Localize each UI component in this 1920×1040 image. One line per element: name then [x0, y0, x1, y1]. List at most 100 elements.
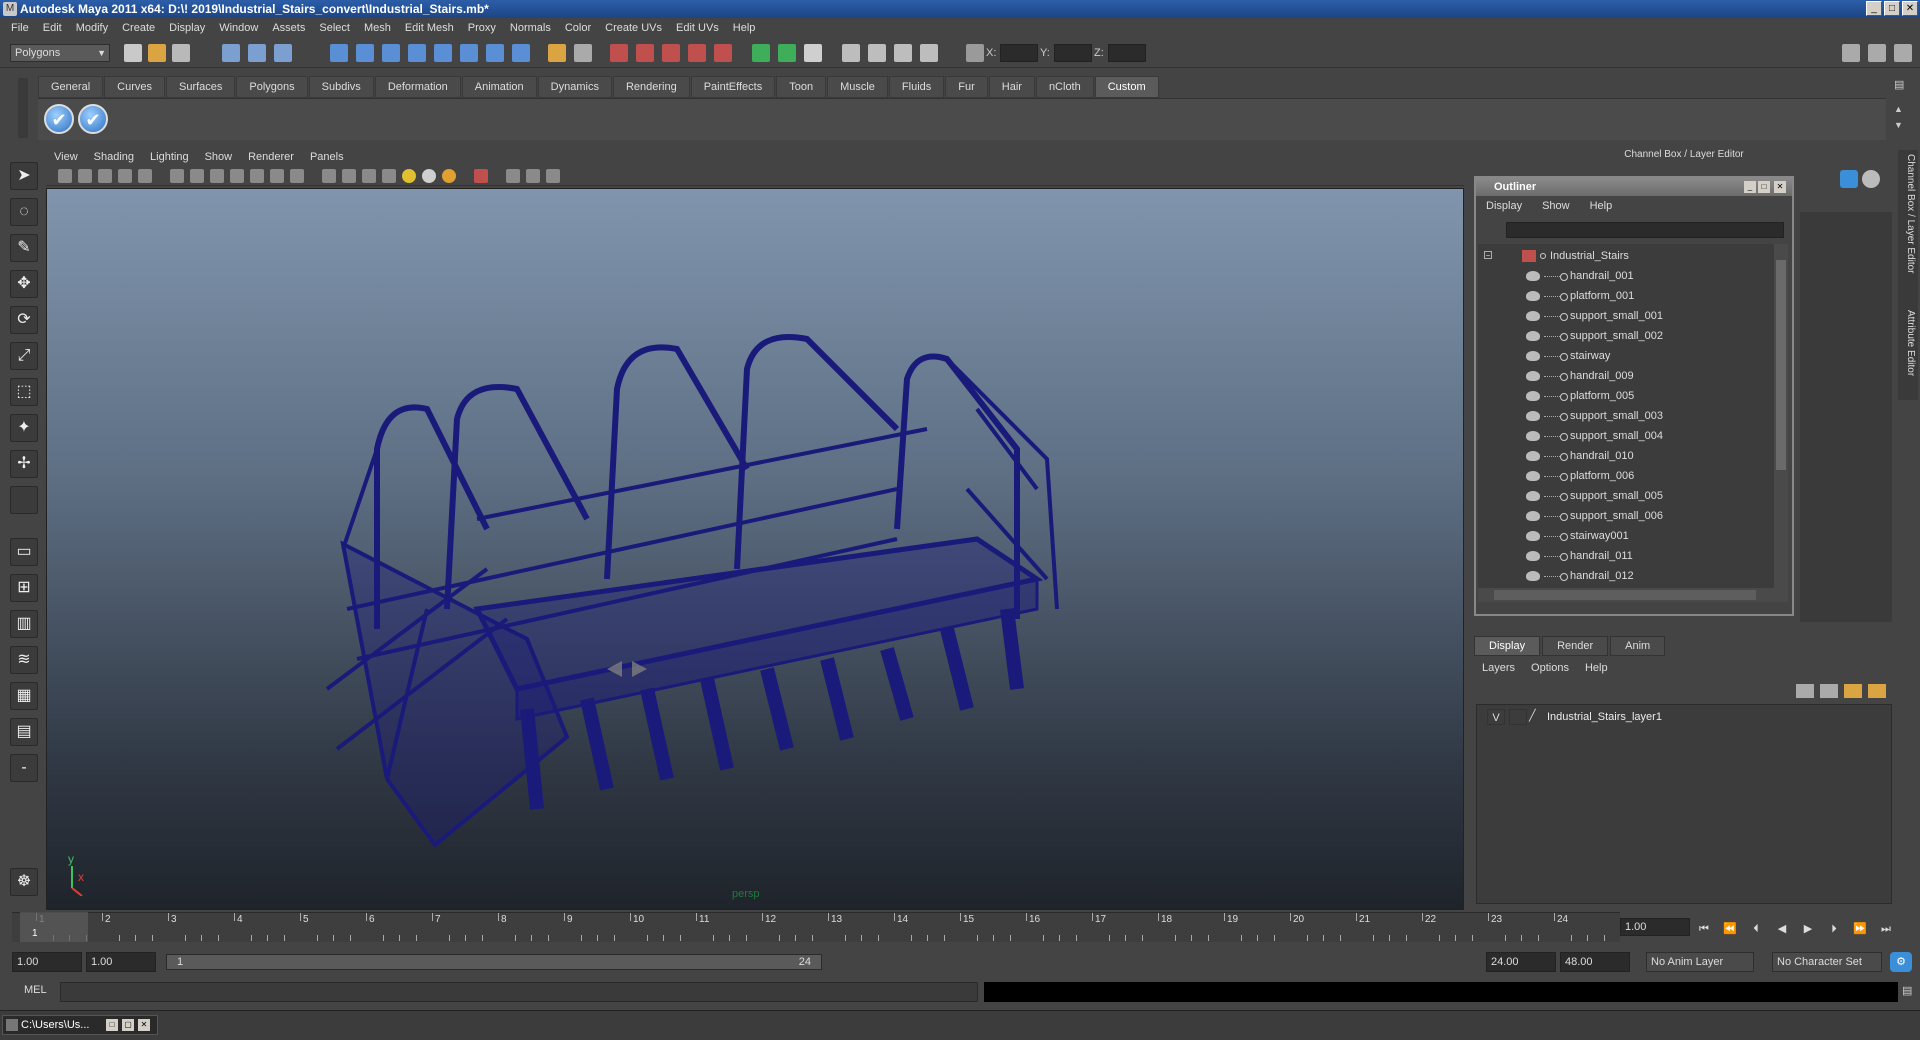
shelf-tab-polygons[interactable]: Polygons: [236, 76, 308, 98]
shelf-tab-rendering[interactable]: Rendering: [612, 76, 690, 98]
preferences-icon[interactable]: ⚙: [1890, 952, 1912, 972]
shadows-icon[interactable]: [442, 169, 456, 183]
scroll-thumb[interactable]: [1776, 260, 1786, 470]
menu-create-uvs[interactable]: Create UVs: [598, 22, 669, 34]
shelf-tab-surfaces[interactable]: Surfaces: [165, 76, 236, 98]
menu-proxy[interactable]: Proxy: [461, 22, 503, 34]
step-back-key-icon[interactable]: ⏴: [1748, 922, 1764, 936]
current-frame-field[interactable]: 1.00: [1620, 918, 1690, 936]
step-back-frame-icon[interactable]: ⏪: [1722, 922, 1738, 936]
rotate-tool-icon[interactable]: ⟳: [10, 306, 38, 334]
checkmark-icon[interactable]: ✔: [78, 104, 108, 134]
wireframe-icon[interactable]: [322, 169, 336, 183]
input-ops-icon[interactable]: [486, 44, 504, 62]
list-item[interactable]: support_small_001: [1478, 306, 1774, 326]
history-icon[interactable]: [460, 44, 478, 62]
minimize-window-button[interactable]: _: [1866, 1, 1882, 16]
layout-single-pane-icon[interactable]: ▭: [10, 538, 38, 566]
go-to-end-icon[interactable]: ⏭: [1878, 922, 1894, 936]
film-gate-icon[interactable]: [190, 169, 204, 183]
list-item[interactable]: support_small_004: [1478, 426, 1774, 446]
sidebar-toggle-icon[interactable]: [752, 44, 770, 62]
render-settings-icon[interactable]: [662, 44, 680, 62]
snap-point-icon[interactable]: [382, 44, 400, 62]
command-language-label[interactable]: MEL: [24, 984, 47, 996]
construction-history-icon[interactable]: [548, 44, 566, 62]
shelf-tab-subdivs[interactable]: Subdivs: [308, 76, 374, 98]
bookmark-icon[interactable]: [98, 169, 112, 183]
save-scene-icon[interactable]: [172, 44, 190, 62]
perspective-viewport[interactable]: [46, 188, 1464, 910]
grid-toggle-icon[interactable]: [170, 169, 184, 183]
list-item[interactable]: handrail_009: [1478, 366, 1774, 386]
layout-four-icon[interactable]: [1868, 44, 1886, 62]
safe-action-icon[interactable]: [270, 169, 284, 183]
shelf-tab-hair[interactable]: Hair: [988, 76, 1035, 98]
anim-layer-dropdown[interactable]: No Anim Layer: [1646, 952, 1754, 972]
side-tab-channel-box[interactable]: Channel Box / Layer Editor: [1900, 154, 1916, 274]
checkmark-icon[interactable]: ✔: [44, 104, 74, 134]
z-field[interactable]: [1108, 44, 1146, 62]
list-item[interactable]: platform_005: [1478, 386, 1774, 406]
menu-edit-mesh[interactable]: Edit Mesh: [398, 22, 461, 34]
shelf-tab-general[interactable]: General: [38, 76, 104, 98]
command-input[interactable]: [60, 982, 978, 1002]
select-tool-icon[interactable]: ➤: [10, 162, 38, 190]
restore-button[interactable]: □: [106, 1019, 118, 1031]
shelf-tab-animation[interactable]: Animation: [461, 76, 537, 98]
soft-modification-icon[interactable]: ✦: [10, 414, 38, 442]
select-camera-icon[interactable]: [58, 169, 72, 183]
viewport-menu-view[interactable]: View: [46, 151, 86, 163]
shelf-tab-ncloth[interactable]: nCloth: [1035, 76, 1094, 98]
animation-end-field[interactable]: 48.00: [1560, 952, 1630, 972]
menu-normals[interactable]: Normals: [503, 22, 558, 34]
select-hierarchy-icon[interactable]: [222, 44, 240, 62]
share-icon[interactable]: [546, 169, 560, 183]
list-item[interactable]: handrail_012: [1478, 566, 1774, 586]
camera-attributes-icon[interactable]: [78, 169, 92, 183]
select-object-icon[interactable]: [248, 44, 266, 62]
menu-file[interactable]: File: [4, 22, 36, 34]
go-to-start-icon[interactable]: ⏮: [1696, 922, 1712, 936]
show-manipulator-icon[interactable]: ✢: [10, 450, 38, 478]
playback-end-field[interactable]: 24.00: [1486, 952, 1556, 972]
animation-start-field[interactable]: 1.00: [12, 952, 82, 972]
layout-hypershade-icon[interactable]: ▦: [10, 682, 38, 710]
anim-icon[interactable]: [894, 44, 912, 62]
list-item[interactable]: handrail_011: [1478, 546, 1774, 566]
list-item[interactable]: support_small_006: [1478, 506, 1774, 526]
layout-four-pane-icon[interactable]: ⊞: [10, 574, 38, 602]
default-lighting-icon[interactable]: [402, 169, 416, 183]
help-line-icon[interactable]: [512, 44, 530, 62]
scale-tool-icon[interactable]: ⤢: [10, 342, 38, 370]
list-item[interactable]: handrail_001: [1478, 266, 1774, 286]
attribute-toggle-icon[interactable]: [778, 44, 796, 62]
menu-assets[interactable]: Assets: [265, 22, 312, 34]
list-item[interactable]: handrail_010: [1478, 446, 1774, 466]
layout-three-pane-icon[interactable]: ▤: [10, 718, 38, 746]
layout-menu-icon[interactable]: -: [10, 754, 38, 782]
paint-select-tool-icon[interactable]: ✎: [10, 234, 38, 262]
layer-menu-help[interactable]: Help: [1577, 662, 1616, 674]
move-layer-down-icon[interactable]: [1820, 684, 1838, 698]
outliner-root-item[interactable]: − Industrial_Stairs: [1478, 246, 1774, 266]
xray-joints-icon[interactable]: [526, 169, 540, 183]
viewport-menu-lighting[interactable]: Lighting: [142, 151, 197, 163]
outliner-maximize-button[interactable]: □: [1758, 181, 1770, 193]
menu-select[interactable]: Select: [312, 22, 357, 34]
shelf-scroll-up-icon[interactable]: ▲: [1894, 104, 1908, 118]
collapse-icon[interactable]: −: [1484, 251, 1492, 260]
render-view-icon[interactable]: [714, 44, 732, 62]
display-icon[interactable]: [842, 44, 860, 62]
menu-edit[interactable]: Edit: [36, 22, 69, 34]
move-tool-icon[interactable]: ✥: [10, 270, 38, 298]
ipr-render-icon[interactable]: [636, 44, 654, 62]
layout-single-icon[interactable]: [1842, 44, 1860, 62]
layer-menu-options[interactable]: Options: [1523, 662, 1577, 674]
render-icon[interactable]: [868, 44, 886, 62]
y-field[interactable]: [1054, 44, 1092, 62]
move-layer-up-icon[interactable]: [1796, 684, 1814, 698]
menu-display[interactable]: Display: [162, 22, 212, 34]
menu-color[interactable]: Color: [558, 22, 598, 34]
last-tool-icon[interactable]: [10, 486, 38, 514]
